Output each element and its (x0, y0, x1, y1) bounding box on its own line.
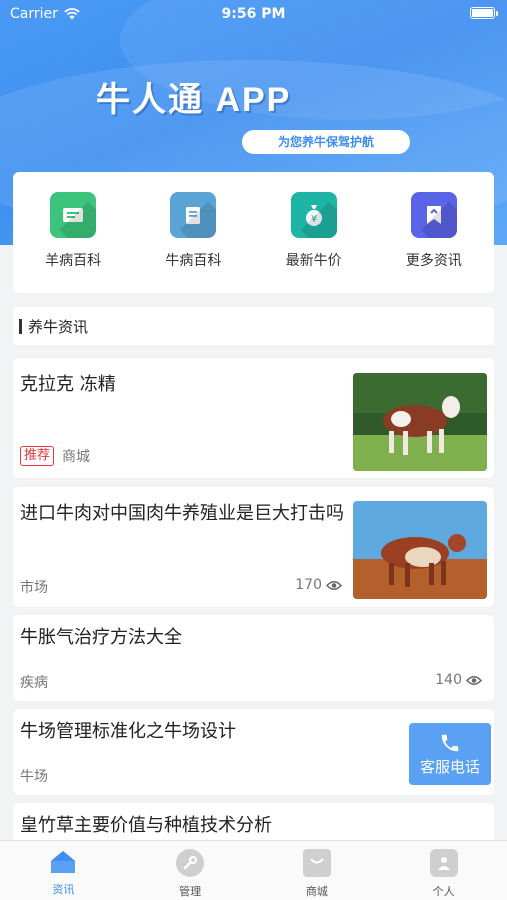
tab-label: 资讯 (52, 883, 75, 896)
tab-shop[interactable]: 商城 (254, 841, 381, 900)
news-views: 140 (435, 672, 482, 688)
news-category: 疾病 (20, 675, 48, 691)
app-title: 牛人通 APP (96, 81, 292, 119)
card-icon (50, 192, 97, 238)
category-card: 羊病百科 牛病百科 ¥ 最新牛价 更多资讯 (13, 172, 494, 293)
customer-service-button[interactable]: 客服电话 (409, 723, 491, 785)
phone-icon (441, 734, 459, 751)
news-title: 进口牛肉对中国肉牛养殖业是巨大打击吗 (20, 503, 344, 524)
category-cattle-price[interactable]: ¥ 最新牛价 (264, 192, 364, 293)
wrench-icon (176, 849, 205, 877)
tab-label: 商城 (305, 885, 328, 898)
tab-manage[interactable]: 管理 (127, 841, 254, 900)
news-item[interactable]: 牛胀气治疗方法大全 疾病 140 (13, 615, 494, 701)
battery-icon (470, 7, 498, 19)
tab-label: 个人 (432, 885, 455, 898)
news-views: 170 (295, 577, 342, 593)
status-bar: Carrier 9:56 PM (0, 0, 507, 30)
book-icon (170, 192, 217, 238)
news-meta: 牛场 (20, 766, 48, 786)
bookmark-icon (410, 192, 457, 238)
category-more-news[interactable]: 更多资讯 (384, 192, 484, 293)
news-item[interactable]: 克拉克 冻精 推荐 商城 (13, 358, 494, 478)
news-meta: 市场 (20, 577, 48, 597)
eye-icon (466, 675, 482, 685)
tab-label: 管理 (179, 885, 202, 898)
news-title: 克拉克 冻精 (20, 374, 116, 395)
news-title: 牛胀气治疗方法大全 (20, 627, 182, 648)
news-item[interactable]: 进口牛肉对中国肉牛养殖业是巨大打击吗 市场 170 (13, 487, 494, 607)
tab-news[interactable]: 资讯 (0, 841, 127, 900)
home-icon (51, 851, 76, 873)
news-category: 牛场 (20, 769, 48, 785)
section-bar (19, 318, 22, 334)
view-count: 140 (435, 672, 462, 688)
news-title: 牛场管理标准化之牛场设计 (20, 721, 236, 742)
category-label: 羊病百科 (45, 253, 102, 269)
money-bag-icon: ¥ (290, 192, 337, 238)
app-slogan: 为您养牛保驾护航 (242, 130, 410, 154)
news-thumbnail (353, 373, 487, 471)
news-category: 商城 (62, 449, 91, 465)
status-time: 9:56 PM (221, 6, 286, 22)
news-meta: 推荐 商城 (20, 446, 90, 466)
category-sheep-disease[interactable]: 羊病百科 (23, 192, 123, 293)
news-category: 市场 (20, 580, 48, 596)
category-label: 最新牛价 (285, 253, 342, 269)
tab-bar: 资讯 管理 商城 个人 (0, 840, 507, 900)
category-cattle-disease[interactable]: 牛病百科 (143, 192, 243, 293)
shop-icon (302, 849, 331, 877)
view-count: 170 (295, 577, 322, 593)
user-icon (429, 849, 458, 877)
section-title: 养牛资讯 (28, 317, 89, 336)
news-meta: 疾病 (20, 672, 48, 692)
news-title: 皇竹草主要价值与种植技术分析 (20, 815, 272, 836)
customer-service-label: 客服电话 (419, 757, 480, 776)
tab-profile[interactable]: 个人 (380, 841, 507, 900)
section-header: 养牛资讯 (13, 307, 494, 345)
news-thumbnail (353, 501, 487, 599)
category-label: 更多资讯 (405, 253, 462, 269)
eye-icon (326, 580, 342, 590)
recommend-badge: 推荐 (20, 446, 55, 466)
category-label: 牛病百科 (165, 253, 222, 269)
